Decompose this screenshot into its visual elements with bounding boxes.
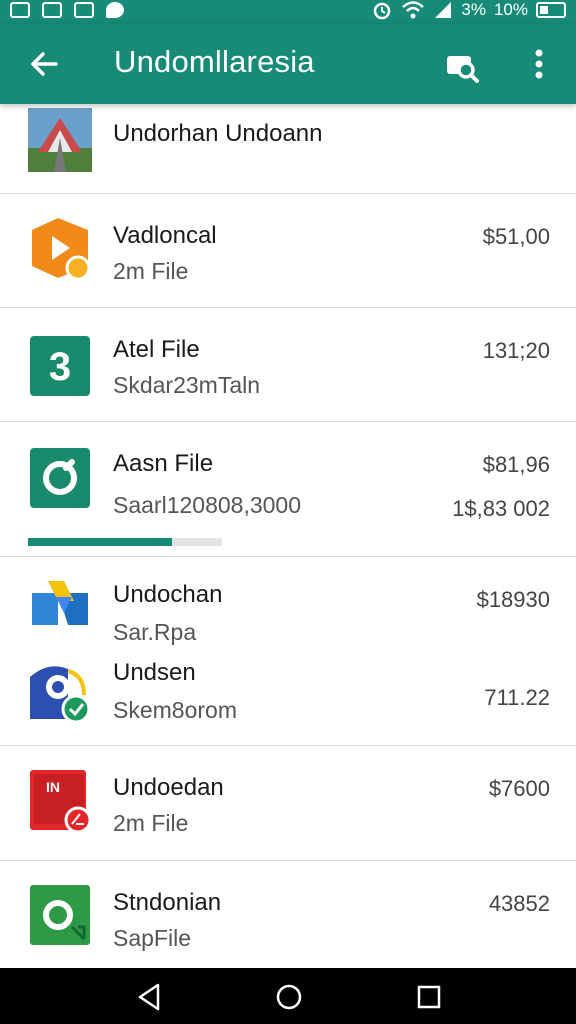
status-left-icons (10, 0, 124, 20)
battery-icon (536, 2, 566, 18)
item-name: Undoedan (113, 774, 224, 801)
list-item[interactable]: Aasn File Saarl120808,3000 $81,96 1$,83 … (0, 422, 576, 556)
nav-home-icon[interactable] (274, 982, 304, 1012)
svg-text:IN: IN (46, 779, 60, 795)
image-icon (42, 2, 62, 18)
green-3-icon: 3 (30, 336, 90, 396)
download-progress-fill (28, 538, 172, 546)
item-price: 711.22 (484, 685, 550, 710)
bird-icon (106, 2, 124, 18)
item-price: 43852 (488, 891, 550, 916)
list-item[interactable]: Undorhan Undoann (0, 104, 576, 194)
gallery-icon (10, 2, 30, 18)
list-item[interactable]: Undochan Sar.Rpa $18930 (0, 557, 576, 645)
item-name: Stndonian (113, 889, 222, 916)
status-right-icons: 3% 10% (371, 0, 566, 20)
orange-play-icon (32, 218, 91, 280)
list-item[interactable]: 3 Atel File Skdar23mTaln 131;20 (0, 308, 576, 422)
item-subtitle: Sar.Rpa (113, 619, 197, 645)
item-name: Undorhan Undoann (113, 120, 323, 147)
app-bar: Undomllaresia (0, 24, 576, 104)
item-name: Undochan (113, 581, 223, 608)
navigation-bar (0, 968, 576, 1024)
item-price: 131;20 (482, 338, 550, 363)
photo-icon (74, 2, 94, 18)
item-name: Atel File (113, 336, 200, 363)
item-secondary-price: 1$,83 002 (452, 496, 550, 521)
list-item[interactable]: IN Undoedan 2m File $7600 (0, 746, 576, 860)
signal-icon (435, 2, 452, 18)
blue-checkmark-icon (30, 666, 91, 724)
green-compass-icon (30, 448, 90, 508)
battery-text: 10% (493, 0, 528, 19)
search-icon[interactable] (444, 48, 480, 84)
red-file-icon: IN (30, 770, 92, 832)
status-bar: 3% 10% (0, 0, 576, 24)
item-subtitle: Skdar23mTaln (113, 372, 261, 398)
item-name: Undsen (113, 659, 196, 686)
item-name: Aasn File (113, 450, 214, 477)
nav-back-icon[interactable] (134, 982, 164, 1012)
item-subtitle: 2m File (113, 258, 189, 284)
list-item[interactable]: Stndonian SapFile 43852 (0, 861, 576, 967)
item-price: $81,96 (482, 452, 550, 477)
item-subtitle: SapFile (113, 925, 191, 951)
alarm-icon (374, 2, 391, 20)
nav-recents-icon[interactable] (414, 982, 444, 1012)
more-vert-icon[interactable] (524, 46, 554, 82)
signal-text: 3% (461, 0, 486, 19)
wifi-icon (402, 1, 425, 19)
list-item[interactable]: Vadloncal 2m File $51,00 (0, 194, 576, 308)
item-subtitle: 2m File (113, 810, 189, 836)
item-subtitle: Skem8orom (113, 697, 237, 723)
item-subtitle: Saarl120808,3000 (113, 492, 301, 518)
svg-text:3: 3 (49, 345, 71, 389)
download-progress (28, 538, 222, 546)
bridge-photo-icon (28, 108, 92, 172)
green-q-icon (30, 885, 90, 945)
list-item[interactable]: Undsen Skem8orom 711.22 (0, 645, 576, 745)
blue-drive-icon (32, 581, 88, 625)
item-price: $51,00 (482, 224, 550, 249)
item-price: $7600 (488, 776, 550, 801)
arrow-left-icon[interactable] (26, 46, 62, 82)
item-name: Vadloncal (113, 222, 217, 249)
item-price: $18930 (476, 587, 550, 612)
page-title: Undomllaresia (114, 44, 315, 79)
